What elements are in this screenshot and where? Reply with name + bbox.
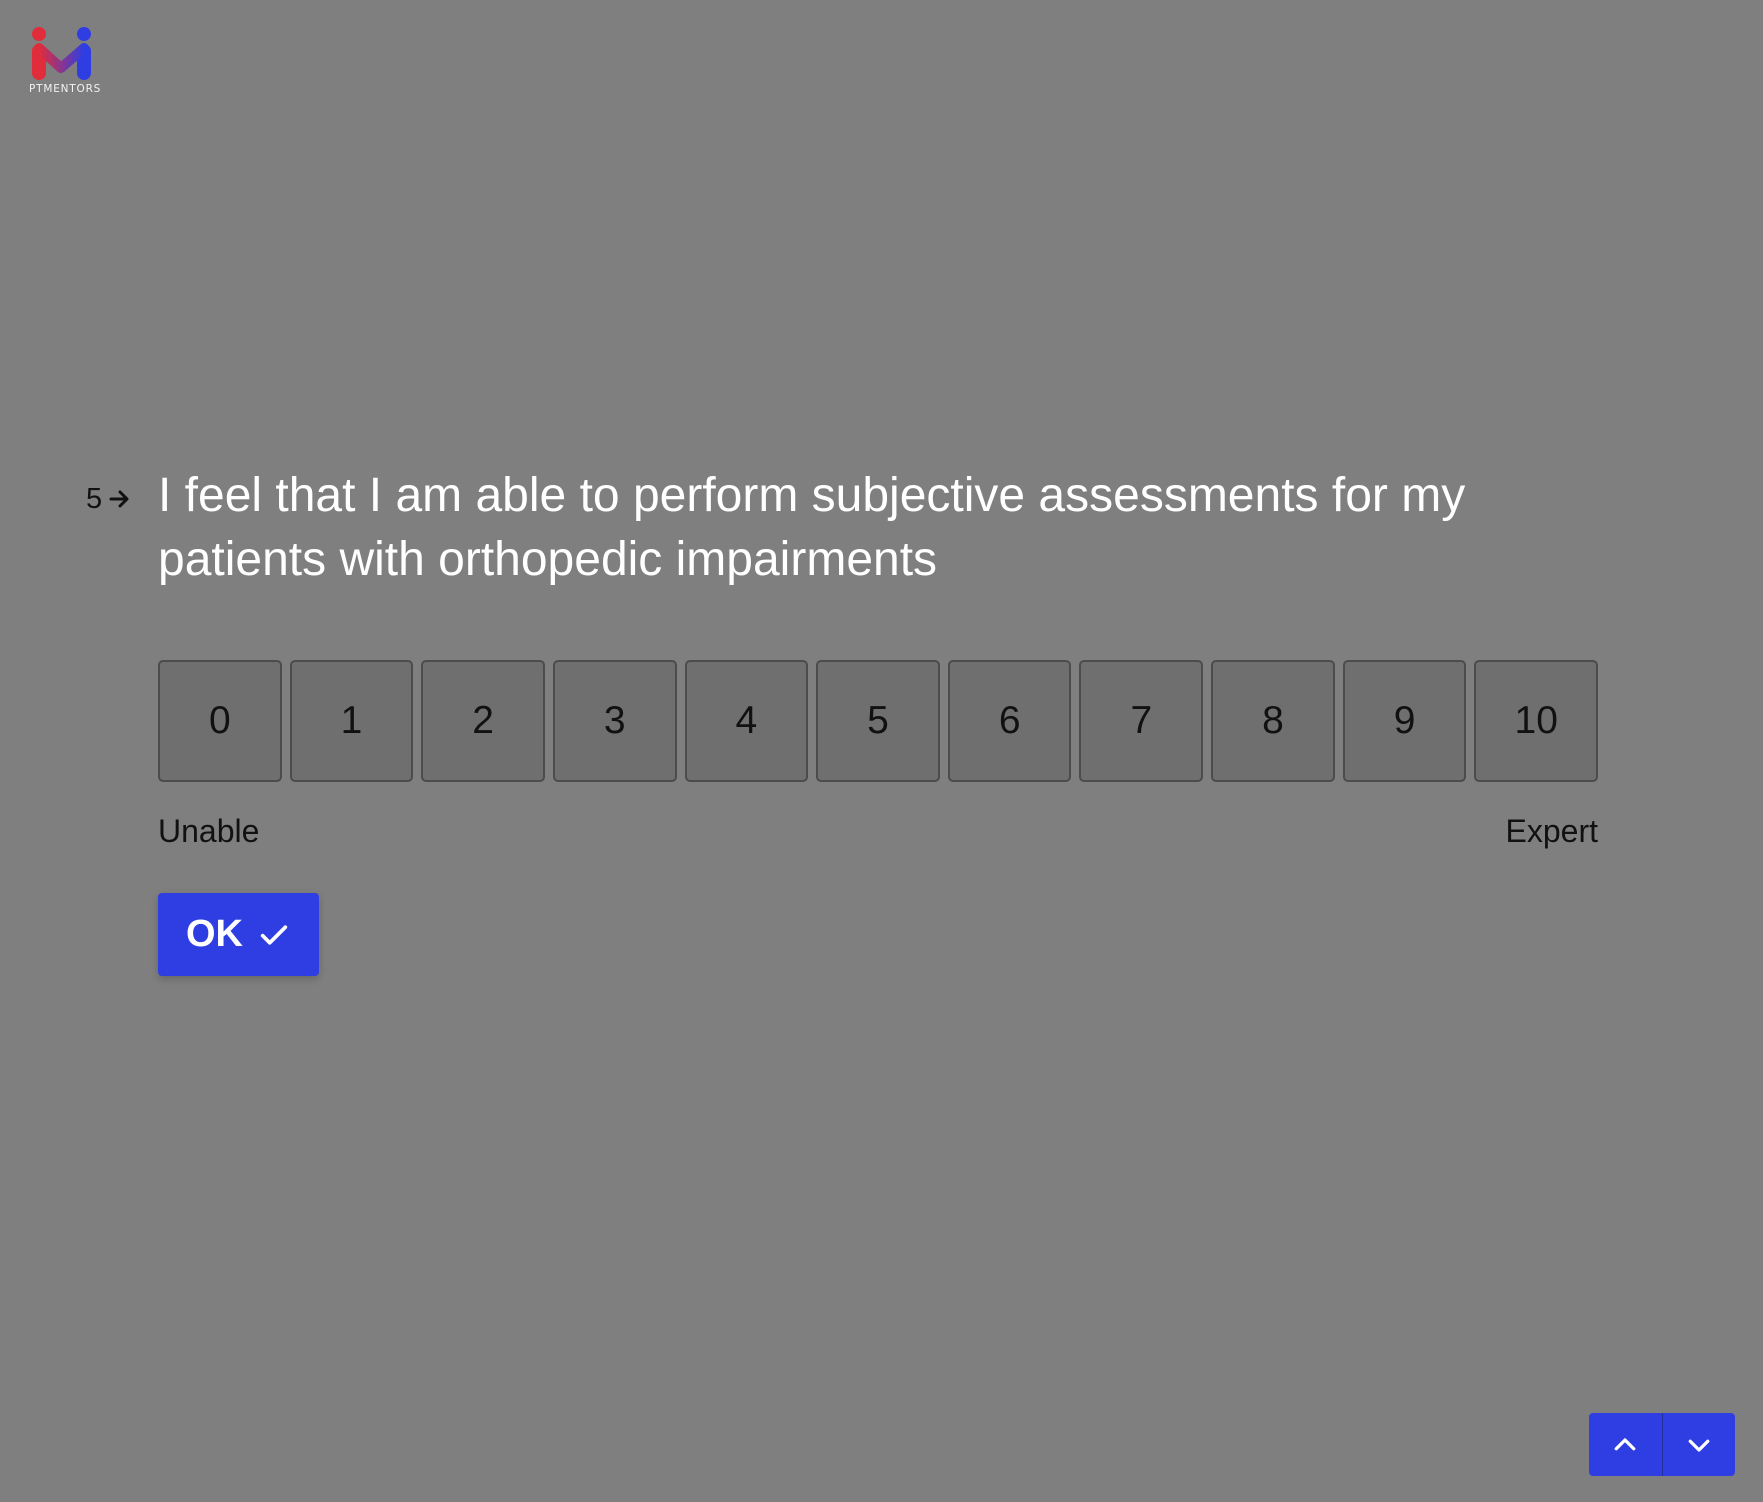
scale-label-right: Expert (1505, 813, 1598, 849)
scale-option-8[interactable]: 8 (1211, 660, 1335, 782)
scale-labels: Unable Expert (158, 813, 1598, 850)
chevron-up-icon (1614, 1437, 1636, 1450)
scale-option-0[interactable]: 0 (158, 660, 282, 782)
brand-logo: PTMENTORS (29, 24, 102, 98)
question-text: I feel that I am able to perform subject… (158, 469, 1466, 586)
previous-question-button[interactable] (1589, 1413, 1663, 1476)
scale-option-5[interactable]: 5 (816, 660, 940, 782)
scale-option-3[interactable]: 3 (552, 660, 677, 782)
question-number-label: 5 (86, 482, 103, 515)
scale-option-9[interactable]: 9 (1342, 660, 1467, 782)
scale-label-left: Unable (158, 813, 260, 849)
scale-option-6[interactable]: 6 (947, 660, 1072, 782)
chevron-down-icon (1688, 1439, 1710, 1452)
ok-button-label: OK (186, 913, 243, 955)
scale-option-1[interactable]: 1 (289, 660, 414, 782)
question-navigation (1589, 1413, 1735, 1476)
scale-option-7[interactable]: 7 (1079, 660, 1204, 782)
logo-icon (32, 27, 91, 80)
arrow-right-icon (109, 490, 129, 508)
scale-option-10[interactable]: 10 (1474, 660, 1599, 782)
question-number: 5 (86, 481, 132, 517)
brand-name: PTMENTORS (29, 83, 102, 95)
scale-option-2[interactable]: 2 (421, 660, 545, 782)
next-question-button[interactable] (1662, 1413, 1735, 1476)
scale-option-4[interactable]: 4 (684, 660, 809, 782)
rating-scale: 0 1 2 3 4 5 6 7 8 9 10 (158, 660, 1599, 782)
ok-button[interactable]: OK (158, 893, 319, 976)
check-icon (260, 924, 288, 945)
